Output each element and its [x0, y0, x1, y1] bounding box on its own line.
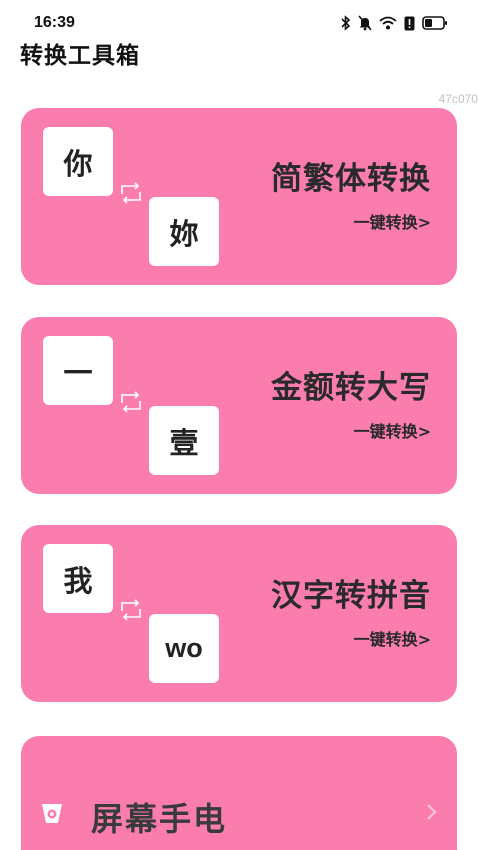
- screen-flashlight-card[interactable]: 屏幕手电: [21, 736, 457, 850]
- page-title: 转换工具箱: [20, 43, 140, 69]
- target-char-box: 妳: [149, 197, 219, 266]
- swap-icon: [118, 181, 144, 205]
- version-tag: 47c070: [438, 92, 478, 106]
- alert-icon: [404, 16, 415, 31]
- source-char-box: 一: [43, 336, 113, 405]
- card-title: 金额转大写: [271, 370, 431, 406]
- convert-link[interactable]: 一键转换>: [354, 209, 431, 233]
- status-icons: [341, 14, 448, 32]
- target-char-box: 壹: [149, 406, 219, 475]
- mute-icon: [358, 15, 372, 31]
- convert-link[interactable]: 一键转换>: [354, 418, 431, 442]
- card-title: 汉字转拼音: [271, 578, 431, 614]
- status-bar: 16:39: [0, 0, 478, 38]
- amount-uppercase-card[interactable]: 一 壹 金额转大写 一键转换>: [21, 317, 457, 494]
- source-char-box: 你: [43, 127, 113, 196]
- bluetooth-icon: [341, 15, 351, 31]
- flashlight-label: 屏幕手电: [91, 800, 228, 838]
- pinyin-card[interactable]: 我 wo 汉字转拼音 一键转换>: [21, 525, 457, 702]
- chevron-right-icon: [425, 800, 439, 824]
- convert-link[interactable]: 一键转换>: [354, 626, 431, 650]
- swap-icon: [118, 598, 144, 622]
- swap-icon: [118, 390, 144, 414]
- flashlight-icon: [39, 800, 65, 826]
- traditional-simplified-card[interactable]: 你 妳 简繁体转换 一键转换>: [21, 108, 457, 285]
- status-time: 16:39: [34, 14, 75, 31]
- card-title: 简繁体转换: [271, 161, 431, 197]
- wifi-icon: [379, 15, 397, 31]
- source-char-box: 我: [43, 544, 113, 613]
- battery-icon: [422, 16, 448, 30]
- target-char-box: wo: [149, 614, 219, 683]
